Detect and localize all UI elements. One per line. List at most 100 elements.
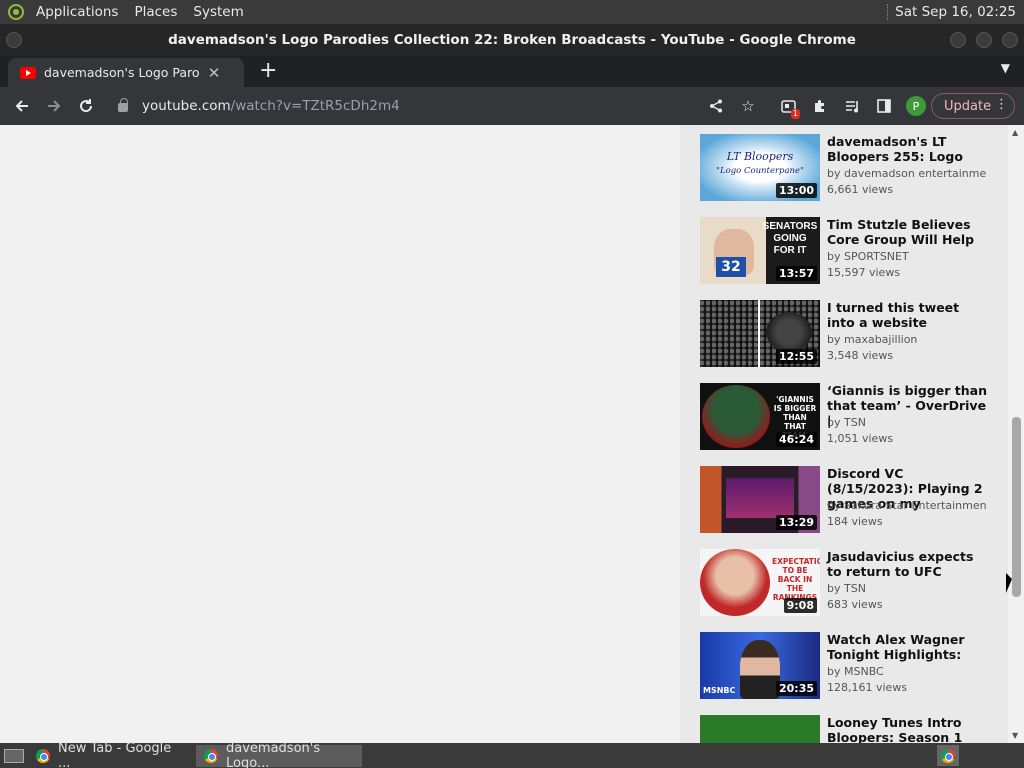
video-channel[interactable]: by TSN bbox=[827, 416, 987, 429]
tab-search-chevron-down-icon[interactable]: ▼ bbox=[1001, 61, 1010, 75]
video-channel[interactable]: by MSNBC bbox=[827, 665, 987, 678]
places-menu[interactable]: Places bbox=[126, 0, 185, 24]
address-bar[interactable]: youtube.com/watch?v=TZtR5cDh2m4 bbox=[108, 91, 770, 121]
video-views: 15,597 views bbox=[827, 266, 901, 279]
video-thumbnail[interactable]: 32 SENATORS GOING FOR IT 13:57 bbox=[700, 217, 820, 284]
applications-menu[interactable]: Applications bbox=[28, 0, 126, 24]
related-video-item[interactable]: 'GIANNIS IS BIGGER THAN THAT TEAM' 46:24… bbox=[700, 383, 1000, 451]
taskbar-item-label: New Tab - Google ... bbox=[58, 740, 172, 768]
scroll-down-icon[interactable]: ▼ bbox=[1012, 731, 1018, 740]
video-thumbnail[interactable]: EXPECTATIONS TO BE BACK IN THE RANKINGS … bbox=[700, 549, 820, 616]
extension-screen-icon[interactable]: 1 bbox=[772, 90, 804, 122]
youtube-favicon-icon bbox=[20, 66, 36, 79]
video-channel[interactable]: by Sakura Star Entertainment bbox=[827, 499, 987, 512]
video-title[interactable]: Tim Stutzle Believes Core Group Will Hel… bbox=[827, 217, 987, 247]
tab-title: davemadson's Logo Parodies Collection 22 bbox=[44, 65, 200, 80]
main-video-area bbox=[0, 125, 680, 743]
window-titlebar[interactable]: davemadson's Logo Parodies Collection 22… bbox=[0, 24, 1024, 55]
video-thumbnail[interactable] bbox=[700, 715, 820, 743]
thumb-text: SENATORS GOING FOR IT bbox=[762, 221, 818, 256]
thumb-text: MSNBC bbox=[703, 686, 736, 695]
thumb-text: EXPECTATIONS TO BE BACK IN THE RANKINGS bbox=[772, 557, 820, 602]
window-menu-icon[interactable] bbox=[6, 32, 22, 48]
scrollbar-thumb[interactable] bbox=[1012, 417, 1021, 597]
lock-icon[interactable] bbox=[118, 98, 128, 112]
video-views: 184 views bbox=[827, 515, 883, 528]
tab-youtube[interactable]: davemadson's Logo Parodies Collection 22… bbox=[8, 58, 244, 87]
video-thumbnail[interactable]: 13:29 bbox=[700, 466, 820, 533]
profile-avatar[interactable]: P bbox=[900, 90, 932, 122]
video-views: 1,051 views bbox=[827, 432, 894, 445]
video-thumbnail[interactable]: MSNBC 20:35 bbox=[700, 632, 820, 699]
video-views: 6,661 views bbox=[827, 183, 894, 196]
video-duration: 13:29 bbox=[775, 515, 817, 530]
distro-logo-icon[interactable] bbox=[4, 0, 28, 24]
video-duration: 9:08 bbox=[783, 598, 817, 613]
related-video-item[interactable]: Looney Tunes Intro Bloopers: Season 1 bbox=[700, 715, 1000, 743]
maximize-icon[interactable] bbox=[976, 32, 992, 48]
related-video-item[interactable]: EXPECTATIONS TO BE BACK IN THE RANKINGS … bbox=[700, 549, 1000, 617]
thumb-subtext: "Logo Counterpane" bbox=[716, 166, 804, 176]
video-title[interactable]: Watch Alex Wagner Tonight Highlights: bbox=[827, 632, 987, 662]
bookmark-star-icon[interactable]: ☆ bbox=[732, 90, 764, 122]
related-video-item[interactable]: 12:55 I turned this tweet into a website… bbox=[700, 300, 1000, 368]
system-menu[interactable]: System bbox=[185, 0, 251, 24]
video-views: 3,548 views bbox=[827, 349, 894, 362]
video-views: 128,161 views bbox=[827, 681, 908, 694]
back-button[interactable] bbox=[6, 90, 38, 122]
browser-toolbar: youtube.com/watch?v=TZtR5cDh2m4 ☆ 1 P Up… bbox=[0, 87, 1024, 125]
reload-button[interactable] bbox=[70, 90, 102, 122]
video-channel[interactable]: by TSN bbox=[827, 582, 987, 595]
video-title[interactable]: Jasudavicius expects to return to UFC bbox=[827, 549, 987, 579]
video-channel[interactable]: by davemadson entertainment i bbox=[827, 167, 987, 180]
share-icon[interactable] bbox=[700, 90, 732, 122]
top-panel: Applications Places System Sat Sep 16, 0… bbox=[0, 0, 1024, 24]
video-channel[interactable]: by maxabajillion bbox=[827, 333, 987, 346]
extensions-puzzle-icon[interactable] bbox=[804, 90, 836, 122]
video-duration: 13:57 bbox=[775, 266, 817, 281]
avatar: P bbox=[906, 96, 926, 116]
related-video-item[interactable]: LT Bloopers "Logo Counterpane" 13:00 dav… bbox=[700, 134, 1000, 202]
window-title: davemadson's Logo Parodies Collection 22… bbox=[168, 31, 856, 48]
taskbar-item-new-tab[interactable]: New Tab - Google ... bbox=[28, 741, 192, 768]
clock[interactable]: Sat Sep 16, 02:25 bbox=[895, 4, 1016, 20]
minimize-icon[interactable] bbox=[950, 32, 966, 48]
related-video-item[interactable]: 13:29 Discord VC (8/15/2023): Playing 2 … bbox=[700, 466, 1000, 534]
related-videos-sidebar: LT Bloopers "Logo Counterpane" 13:00 dav… bbox=[680, 125, 1008, 743]
tab-close-icon[interactable]: ✕ bbox=[206, 64, 222, 82]
video-duration: 12:55 bbox=[775, 349, 817, 364]
video-title[interactable]: Looney Tunes Intro Bloopers: Season 1 bbox=[827, 715, 987, 743]
thumb-text: LT Bloopers bbox=[726, 150, 794, 163]
media-control-icon[interactable] bbox=[836, 90, 868, 122]
mouse-cursor-icon bbox=[1006, 573, 1012, 593]
chrome-icon bbox=[204, 748, 218, 763]
video-thumbnail[interactable]: 12:55 bbox=[700, 300, 820, 367]
tray-chrome-icon[interactable] bbox=[937, 745, 959, 766]
url-host: youtube.com bbox=[142, 98, 231, 114]
video-title[interactable]: I turned this tweet into a website bbox=[827, 300, 987, 330]
new-tab-button[interactable]: + bbox=[259, 59, 277, 83]
page-content: LT Bloopers "Logo Counterpane" 13:00 dav… bbox=[0, 125, 1024, 743]
forward-button[interactable] bbox=[38, 90, 70, 122]
video-thumbnail[interactable]: LT Bloopers "Logo Counterpane" 13:00 bbox=[700, 134, 820, 201]
url-path: /watch?v=TZtR5cDh2m4 bbox=[230, 98, 400, 114]
related-video-item[interactable]: MSNBC 20:35 Watch Alex Wagner Tonight Hi… bbox=[700, 632, 1000, 700]
taskbar-item-label: davemadson's Logo... bbox=[226, 740, 321, 768]
video-title[interactable]: davemadson's LT Bloopers 255: Logo bbox=[827, 134, 987, 164]
close-window-icon[interactable] bbox=[1002, 32, 1018, 48]
update-button[interactable]: Update ⋮ bbox=[931, 93, 1015, 119]
video-views: 683 views bbox=[827, 598, 883, 611]
side-panel-icon[interactable] bbox=[868, 90, 900, 122]
chrome-icon bbox=[36, 748, 50, 763]
page-scrollbar[interactable]: ▲ ▼ bbox=[1008, 125, 1024, 743]
more-menu-icon[interactable]: ⋮ bbox=[995, 97, 1008, 112]
video-channel[interactable]: by SPORTSNET bbox=[827, 250, 987, 263]
show-desktop-icon[interactable] bbox=[4, 748, 24, 763]
scroll-up-icon[interactable]: ▲ bbox=[1012, 128, 1018, 137]
tab-strip: davemadson's Logo Parodies Collection 22… bbox=[0, 55, 1024, 87]
taskbar-item-youtube[interactable]: davemadson's Logo... bbox=[196, 741, 362, 768]
related-video-item[interactable]: 32 SENATORS GOING FOR IT 13:57 Tim Stutz… bbox=[700, 217, 1000, 285]
video-thumbnail[interactable]: 'GIANNIS IS BIGGER THAN THAT TEAM' 46:24 bbox=[700, 383, 820, 450]
update-label: Update bbox=[944, 98, 992, 114]
chrome-icon bbox=[941, 748, 955, 763]
